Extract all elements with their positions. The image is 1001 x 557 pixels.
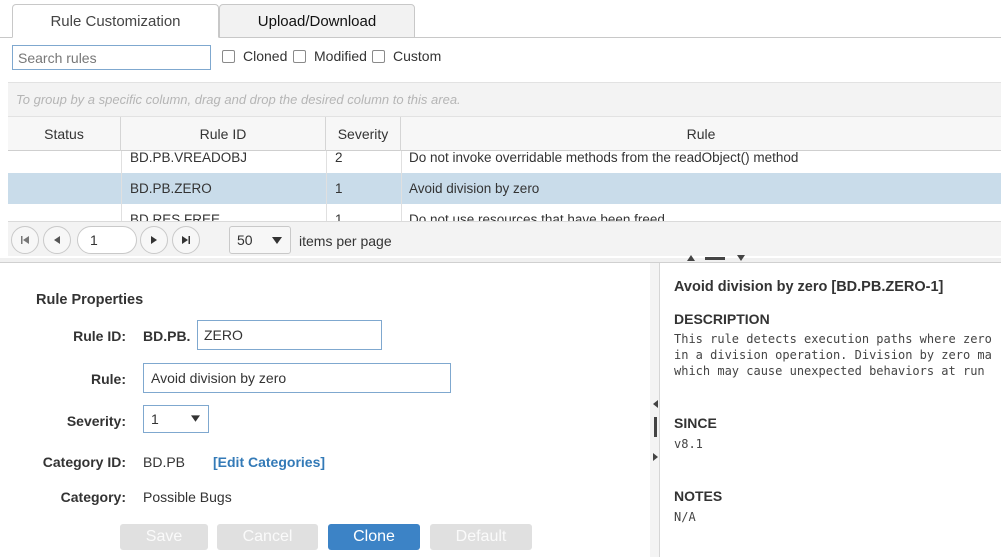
cell-severity: 1: [335, 212, 343, 221]
rule-id-prefix: BD.PB.: [143, 328, 191, 344]
column-divider: [121, 151, 122, 221]
cancel-button[interactable]: Cancel: [217, 524, 318, 550]
column-header-rule[interactable]: Rule: [401, 117, 1001, 151]
category-id-value: BD.PB: [143, 454, 186, 470]
rule-properties-heading: Rule Properties: [36, 292, 144, 308]
previous-page-icon: [54, 236, 60, 244]
severity-label: Severity:: [66, 413, 126, 429]
splitter-handle-icon[interactable]: [705, 257, 725, 260]
modified-label: Modified: [314, 48, 367, 64]
table-row[interactable]: BD.PB.VREADOBJ 2 Do not invoke overridab…: [8, 151, 1001, 173]
chevron-down-icon: [272, 237, 282, 244]
collapse-left-icon: [653, 400, 658, 408]
doc-title: Avoid division by zero [BD.PB.ZERO-1]: [674, 279, 944, 295]
first-page-icon: [21, 236, 29, 244]
save-button[interactable]: Save: [120, 524, 208, 550]
collapse-down-icon: [737, 255, 745, 261]
cell-rule-id: BD.PB.VREADOBJ: [130, 151, 248, 165]
group-drop-area[interactable]: To group by a specific column, drag and …: [8, 82, 1001, 117]
filter-modified[interactable]: Modified: [293, 48, 367, 64]
column-header-rule-id[interactable]: Rule ID: [121, 117, 326, 151]
vertical-splitter[interactable]: [650, 263, 660, 557]
filter-custom[interactable]: Custom: [372, 48, 441, 64]
edit-categories-link[interactable]: [Edit Categories]: [213, 454, 325, 470]
previous-page-button[interactable]: [43, 226, 71, 254]
category-value: Possible Bugs: [143, 489, 232, 505]
rule-id-field[interactable]: ZERO: [197, 320, 382, 350]
grid-body[interactable]: BD.PB.VREADOBJ 2 Do not invoke overridab…: [8, 151, 1001, 221]
cloned-checkbox[interactable]: [222, 49, 235, 63]
notes-heading: NOTES: [674, 488, 723, 504]
last-page-icon: [182, 236, 190, 244]
description-line: This rule detects execution paths where …: [674, 332, 992, 346]
table-row-selected[interactable]: BD.PB.ZERO 1 Avoid division by zero: [8, 173, 1001, 204]
splitter-handle-icon[interactable]: [654, 417, 657, 437]
grid-header: Status Rule ID Severity Rule: [8, 117, 1001, 151]
cell-severity: 2: [335, 151, 343, 165]
column-header-severity[interactable]: Severity: [326, 117, 401, 151]
pager: 1 50 items per page: [8, 221, 1001, 256]
page-size-value: 50: [237, 232, 253, 248]
modified-checkbox[interactable]: [293, 49, 306, 63]
column-divider: [326, 151, 327, 221]
last-page-button[interactable]: [172, 226, 200, 254]
items-per-page-label: items per page: [299, 233, 392, 249]
category-id-label: Category ID:: [42, 454, 126, 470]
description-heading: DESCRIPTION: [674, 311, 770, 327]
rule-id-label: Rule ID:: [73, 328, 126, 344]
page-number-input[interactable]: 1: [77, 226, 137, 254]
column-divider: [401, 151, 402, 221]
next-page-icon: [151, 236, 157, 244]
cell-rule: Do not invoke overridable methods from t…: [409, 151, 799, 165]
since-value: v8.1: [674, 437, 703, 451]
severity-select[interactable]: 1: [143, 405, 209, 433]
search-input[interactable]: [12, 45, 211, 70]
next-page-button[interactable]: [140, 226, 168, 254]
tab-rule-customization[interactable]: Rule Customization: [12, 4, 219, 38]
severity-value: 1: [151, 411, 159, 427]
page-size-select[interactable]: 50: [229, 226, 291, 254]
collapse-up-icon: [687, 255, 695, 261]
since-heading: SINCE: [674, 415, 717, 431]
table-row[interactable]: BD.RES.FREE 1 Do not use resources that …: [8, 204, 1001, 221]
description-line: in a division operation. Division by zer…: [674, 348, 992, 362]
filter-cloned[interactable]: Cloned: [222, 48, 287, 64]
first-page-button[interactable]: [11, 226, 39, 254]
cell-rule-id: BD.PB.ZERO: [130, 181, 212, 196]
column-header-status[interactable]: Status: [8, 117, 121, 151]
description-line: which may cause unexpected behaviors at …: [674, 364, 985, 378]
collapse-right-icon: [653, 453, 658, 461]
custom-checkbox[interactable]: [372, 49, 385, 63]
cloned-label: Cloned: [243, 48, 288, 64]
category-label: Category:: [60, 489, 126, 505]
cell-severity: 1: [335, 181, 343, 196]
chevron-down-icon: [191, 415, 200, 422]
rule-field[interactable]: Avoid division by zero: [143, 363, 451, 393]
cell-rule-id: BD.RES.FREE: [130, 212, 221, 221]
tab-upload-download[interactable]: Upload/Download: [219, 4, 415, 38]
default-button[interactable]: Default: [430, 524, 532, 550]
custom-label: Custom: [393, 48, 442, 64]
cell-rule: Avoid division by zero: [409, 181, 540, 196]
cell-rule: Do not use resources that have been free…: [409, 212, 665, 221]
clone-button[interactable]: Clone: [328, 524, 420, 550]
notes-value: N/A: [674, 510, 696, 524]
rule-label: Rule:: [91, 371, 126, 387]
